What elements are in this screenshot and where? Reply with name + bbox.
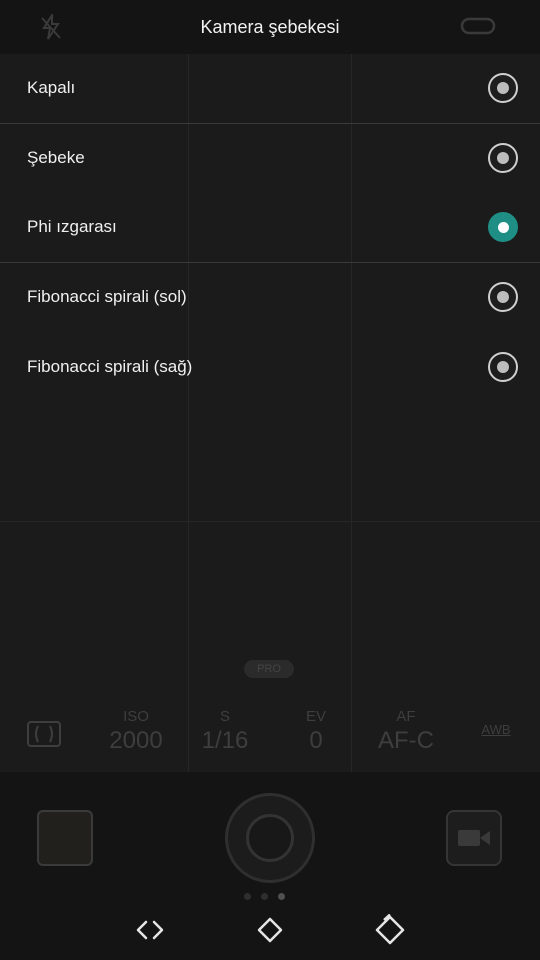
iso-label: ISO [123,708,149,725]
option-sebeke[interactable]: Şebeke [0,124,540,194]
title-bar: Kamera şebekesi [0,0,540,54]
radio-dot [497,291,509,304]
back-icon[interactable] [134,914,166,946]
option-label: Phi ızgarası [27,217,117,237]
af-label: AF [396,708,416,725]
option-kapali[interactable]: Kapalı [0,54,540,124]
radio-dot [497,82,509,95]
ev-value: 0 [309,727,323,754]
pro-controls: ISO 2000 S 1/16 EV 0 AF AF-C AWB [0,698,540,772]
option-label: Fibonacci spirali (sol) [27,287,187,307]
page-title: Kamera şebekesi [200,17,340,37]
page-dot [261,893,268,900]
option-label: Kapalı [27,78,76,98]
shutter-label: S [219,708,230,725]
divider [351,698,352,772]
page-dot [244,893,251,900]
wb-control: AWB [481,722,511,737]
radio-dot [497,360,509,373]
video-body [458,830,480,846]
gallery-thumbnail [37,810,93,866]
divider [188,698,189,772]
ev-control: EV 0 [294,708,338,755]
navigation-bar [0,900,540,960]
metering-icon [26,720,62,753]
shutter-inner [246,814,294,862]
grid-line [0,521,540,522]
ev-label: EV [305,708,326,725]
option-phi-izgarasi[interactable]: Phi ızgarası [0,193,540,263]
shutter-button [225,793,315,883]
shutter-bar [0,772,540,900]
radio-button[interactable] [488,282,518,313]
iso-value: 2000 [109,727,163,754]
pro-badge: PRO [244,660,294,678]
af-value: AF-C [378,727,434,754]
video-record-icon [446,810,502,866]
radio-dot [497,152,509,165]
home-icon[interactable] [254,914,286,946]
radio-dot [497,221,509,233]
radio-button[interactable] [488,351,518,382]
option-fibonacci-sag[interactable]: Fibonacci spirali (sağ) [0,332,540,402]
radio-button-selected[interactable] [488,212,518,243]
grid-options-list: Kapalı Şebeke Phi ızgarası Fibonacci spi… [0,54,540,402]
video-lens [480,831,490,845]
af-control: AF AF-C [370,708,442,755]
mode-page-indicator [244,893,285,900]
page-dot-active [278,893,285,900]
shutter-control: S 1/16 [192,708,258,755]
option-label: Fibonacci spirali (sağ) [27,356,193,376]
iso-control: ISO 2000 [100,708,172,755]
recents-icon[interactable] [374,914,406,946]
radio-button[interactable] [488,73,518,104]
option-label: Şebeke [27,148,85,168]
shutter-value: 1/16 [201,727,249,754]
option-fibonacci-sol[interactable]: Fibonacci spirali (sol) [0,263,540,333]
radio-button[interactable] [488,143,518,174]
